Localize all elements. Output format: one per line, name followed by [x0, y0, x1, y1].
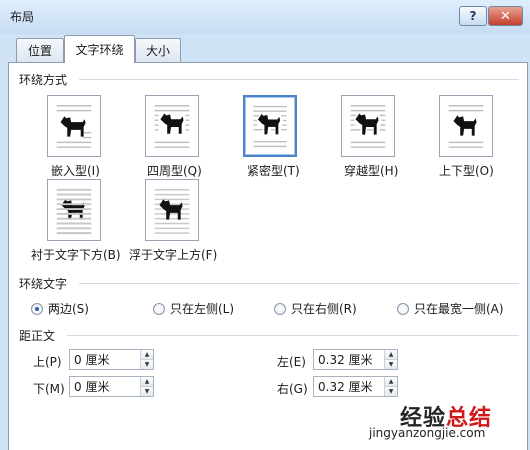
- behind-text-icon: [56, 188, 92, 235]
- dialog-title: 布局: [10, 10, 35, 24]
- wrap-through-label: 穿越型(H): [344, 164, 399, 178]
- tight-icon: [253, 105, 287, 148]
- spin-down-icon[interactable]: ▼: [141, 359, 153, 369]
- watermark-url: jingyanzongjie.com: [369, 426, 486, 440]
- spin-up-icon[interactable]: ▲: [141, 377, 153, 386]
- distance-left-spinner[interactable]: 0.32 厘米 ▲ ▼: [313, 349, 398, 370]
- distance-right-input[interactable]: 0.32 厘米: [314, 378, 384, 395]
- radio-largest-only[interactable]: 只在最宽一侧(A): [397, 300, 504, 317]
- distance-bottom-input[interactable]: 0 厘米: [70, 378, 140, 395]
- distance-bottom-label: 下(M): [33, 382, 65, 396]
- radio-label: 只在右侧(R): [291, 302, 357, 316]
- top-bottom-icon: [448, 105, 484, 148]
- wrap-inline-button[interactable]: [47, 95, 101, 157]
- distance-left-label: 左(E): [277, 355, 306, 369]
- inline-icon: [56, 105, 92, 148]
- distance-left-input[interactable]: 0.32 厘米: [314, 351, 384, 368]
- radio-both-sides[interactable]: 两边(S): [31, 300, 89, 317]
- radio-right-only[interactable]: 只在右侧(R): [274, 300, 357, 317]
- spinner-buttons: ▲ ▼: [140, 350, 153, 369]
- radio-label: 两边(S): [48, 302, 89, 316]
- wrap-behind-text-label: 衬于文字下方(B): [31, 248, 121, 262]
- spin-up-icon[interactable]: ▲: [141, 350, 153, 359]
- spin-down-icon[interactable]: ▼: [141, 386, 153, 396]
- wrap-top-bottom-label: 上下型(O): [439, 164, 494, 178]
- spin-down-icon[interactable]: ▼: [385, 386, 397, 396]
- square-icon: [154, 105, 190, 148]
- spinner-buttons: ▲ ▼: [140, 377, 153, 396]
- divider: [67, 335, 519, 336]
- wrap-text-heading: 环绕文字: [19, 277, 68, 291]
- spin-down-icon[interactable]: ▼: [385, 359, 397, 369]
- tab-position[interactable]: 位置: [16, 38, 64, 62]
- radio-indicator: [397, 302, 409, 315]
- title-bar: 布局 ? ✕: [0, 0, 530, 34]
- wrap-top-bottom-button[interactable]: [439, 95, 493, 157]
- help-button[interactable]: ?: [459, 6, 487, 26]
- distance-top-input[interactable]: 0 厘米: [70, 351, 140, 368]
- wrap-square-button[interactable]: [145, 95, 199, 157]
- tab-size[interactable]: 大小: [135, 38, 181, 62]
- distance-bottom-spinner[interactable]: 0 厘米 ▲ ▼: [69, 376, 154, 397]
- distance-top-label: 上(P): [33, 355, 62, 369]
- distance-right-label: 右(G): [277, 382, 308, 396]
- radio-label: 只在最宽一侧(A): [414, 302, 504, 316]
- divider: [79, 283, 519, 284]
- spinner-buttons: ▲ ▼: [384, 377, 397, 396]
- wrap-through-button[interactable]: [341, 95, 395, 157]
- spin-up-icon[interactable]: ▲: [385, 350, 397, 359]
- spinner-buttons: ▲ ▼: [384, 350, 397, 369]
- close-icon: ✕: [500, 8, 511, 24]
- distance-heading: 距正文: [19, 329, 56, 343]
- wrap-tight-button[interactable]: [243, 95, 297, 157]
- distance-right-spinner[interactable]: 0.32 厘米 ▲ ▼: [313, 376, 398, 397]
- wrap-behind-text-button[interactable]: [47, 179, 101, 241]
- help-icon: ?: [469, 9, 477, 23]
- wrap-tight-label: 紧密型(T): [247, 164, 300, 178]
- wrap-square-label: 四周型(Q): [147, 164, 202, 178]
- radio-left-only[interactable]: 只在左侧(L): [153, 300, 234, 317]
- radio-indicator: [153, 302, 165, 315]
- radio-label: 只在左侧(L): [170, 302, 235, 316]
- wrap-in-front-label: 浮于文字上方(F): [129, 248, 218, 262]
- wrap-style-heading: 环绕方式: [19, 73, 68, 87]
- wrap-inline-label: 嵌入型(I): [51, 164, 100, 178]
- through-icon: [350, 105, 386, 148]
- in-front-icon: [154, 189, 190, 234]
- tab-panel: 环绕方式 嵌入型(I) 四周型(Q) 紧密型(T) 穿越型(H) 上下型(O) …: [8, 62, 528, 450]
- tab-text-wrapping[interactable]: 文字环绕: [64, 35, 135, 63]
- radio-indicator: [31, 302, 43, 315]
- close-button[interactable]: ✕: [488, 6, 523, 26]
- divider: [79, 79, 519, 80]
- wrap-in-front-button[interactable]: [145, 179, 199, 241]
- distance-top-spinner[interactable]: 0 厘米 ▲ ▼: [69, 349, 154, 370]
- spin-up-icon[interactable]: ▲: [385, 377, 397, 386]
- radio-indicator: [274, 302, 286, 315]
